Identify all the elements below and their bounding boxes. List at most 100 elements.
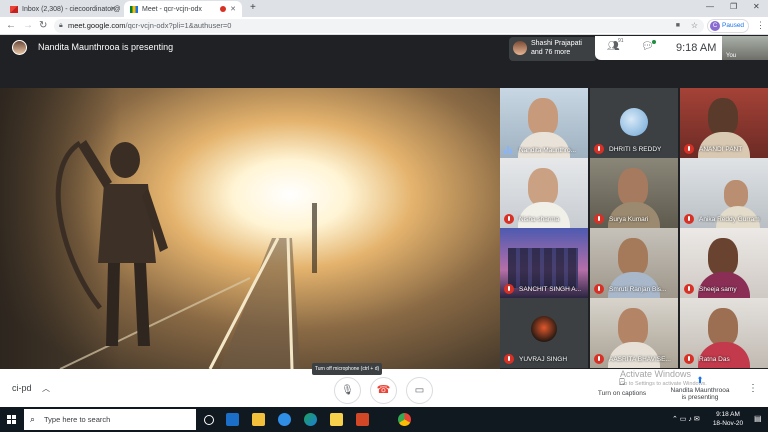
forward-icon[interactable]: →	[23, 20, 33, 32]
url-host: meet.google.com	[68, 21, 126, 30]
meeting-code: ci-pd	[12, 383, 32, 393]
new-tab-button[interactable]: +	[250, 2, 256, 13]
participant-name: Surya Kumari	[609, 215, 649, 223]
tab-gmail[interactable]: Inbox (2,308) - ciecoordinator@ ✕	[4, 1, 122, 17]
more-options-icon[interactable]: ⋮	[748, 383, 758, 394]
participant-label: Anika Reddy Gurram	[684, 214, 766, 224]
chrome-icon[interactable]	[398, 413, 411, 426]
participant-name: Anika Reddy Gurram	[699, 215, 760, 223]
participant-tile[interactable]: Ratna Das	[680, 298, 768, 368]
participant-tile[interactable]: DHRITI S REDDY	[590, 88, 678, 158]
camera-in-use-icon[interactable]: ■	[676, 19, 680, 33]
participant-tile[interactable]: SANCHIT SINGH A...	[500, 228, 588, 298]
profile-status: Paused	[722, 22, 745, 29]
railway-track-scene	[55, 140, 317, 369]
browser-tab-bar: Inbox (2,308) - ciecoordinator@ ✕ Meet -…	[0, 0, 768, 17]
participant-tile[interactable]: Nisha sharma	[500, 158, 588, 228]
mic-off-icon	[684, 214, 694, 224]
participant-tile[interactable]: Anika Reddy Gurram	[680, 158, 768, 228]
microphone-button[interactable]: 🎙︎	[334, 377, 361, 404]
url-path: /qcr-vcjn-odx?pli=1&authuser=0	[125, 21, 232, 30]
participant-tile[interactable]: AASRITA BHAVISE...	[590, 298, 678, 368]
participant-tile[interactable]: Sheeja samy	[680, 228, 768, 298]
participant-name: SANCHIT SINGH A...	[519, 285, 582, 293]
tab-meet-title: Meet - qcr-vcjn-odx	[142, 5, 202, 13]
hang-up-icon: ☎︎	[376, 384, 391, 396]
participant-face	[708, 308, 738, 346]
present-button[interactable]: ⬆︎ Nandita Maunthrooa is presenting	[664, 375, 736, 401]
participant-name: Smruti Ranjan Bis...	[609, 285, 667, 293]
avatar	[513, 41, 527, 55]
participant-label: Surya Kumari	[594, 214, 676, 224]
participant-face	[708, 238, 738, 276]
overflow-count: and 76 more	[531, 49, 571, 56]
participant-tile[interactable]: YUVRAJ SINGH	[500, 298, 588, 368]
bookmark-star-icon[interactable]: ☆	[691, 19, 698, 33]
task-view-icon[interactable]	[204, 415, 214, 425]
top-right-panel: 👥︎ 91 💬︎ 9:18 AM	[595, 36, 722, 60]
url-field[interactable]: 🔒︎ meet.google.com/qcr-vcjn-odx?pli=1&au…	[54, 19, 704, 33]
taskbar-time: 9:18 AM	[716, 411, 740, 418]
present-screen-icon: ⬆︎	[696, 375, 704, 385]
close-window-button[interactable]: ✕	[753, 2, 760, 11]
meet-window: Nandita Maunthrooa is presenting Shashi …	[0, 36, 768, 407]
present-label-2: is presenting	[681, 394, 719, 401]
participant-label: SANCHIT SINGH A...	[504, 284, 586, 294]
mic-off-icon	[684, 144, 694, 154]
file-explorer-icon[interactable]	[252, 413, 265, 426]
system-tray[interactable]: ⌃ ▭ ♪ ✉	[672, 415, 700, 423]
participant-tile[interactable]: ANANDI PANT	[680, 88, 768, 158]
participant-tile[interactable]: Surya Kumari	[590, 158, 678, 228]
taskbar-clock[interactable]: 9:18 AM 18-Nov-20	[708, 410, 748, 428]
address-bar: ← → ↻ 🔒︎ meet.google.com/qcr-vcjn-odx?pl…	[0, 17, 768, 35]
participant-name: AASRITA BHAVISE...	[609, 355, 671, 363]
mic-off-icon	[504, 214, 514, 224]
meeting-details-button[interactable]: ci-pd ︿	[12, 383, 50, 394]
camera-button[interactable]: ▭	[406, 377, 433, 404]
participant-face	[618, 168, 648, 206]
present-label-1: Nandita Maunthrooa	[670, 387, 730, 394]
participant-name: Nandita Maunthro...	[519, 146, 577, 154]
windows-start-icon[interactable]	[7, 415, 17, 425]
participant-name: DHRITI S REDDY	[609, 145, 662, 153]
sticky-notes-icon[interactable]	[330, 413, 343, 426]
gmail-icon	[10, 5, 18, 13]
profile-button[interactable]: C Paused	[707, 19, 749, 33]
maximize-button[interactable]: ❐	[730, 2, 737, 11]
participant-name: Ratna Das	[699, 355, 730, 363]
recording-dot-icon	[220, 6, 226, 12]
close-tab-icon[interactable]: ✕	[230, 5, 236, 13]
participant-name: Sheeja samy	[699, 285, 737, 293]
participant-face	[528, 98, 558, 136]
internet-explorer-icon[interactable]	[278, 413, 291, 426]
participant-label: DHRITI S REDDY	[594, 144, 676, 154]
leave-call-button[interactable]: ☎︎	[370, 377, 397, 404]
taskbar-search-input[interactable]: ⌕ Type here to search	[24, 409, 196, 430]
participant-avatar	[531, 316, 557, 342]
participant-tile[interactable]: Nandita Maunthro...	[500, 88, 588, 158]
reload-icon[interactable]: ↻	[39, 20, 47, 32]
more-participants-chip[interactable]: Shashi Prajapati and 76 more	[509, 37, 597, 61]
tab-meet[interactable]: Meet - qcr-vcjn-odx ✕	[124, 1, 242, 17]
self-view-tile[interactable]: You	[722, 36, 768, 60]
back-icon[interactable]: ←	[6, 20, 16, 32]
participant-label: Sheeja samy	[684, 284, 766, 294]
menu-kebab-icon[interactable]: ⋮	[756, 20, 765, 31]
participant-name: YUVRAJ SINGH	[519, 355, 568, 363]
captions-button[interactable]: ⎕ Turn on captions	[592, 377, 652, 397]
outlook-icon[interactable]	[226, 413, 239, 426]
city-background	[508, 248, 578, 288]
powerpoint-icon[interactable]	[356, 413, 369, 426]
participant-label: ANANDI PANT	[684, 144, 766, 154]
edge-icon[interactable]	[304, 413, 317, 426]
participant-body	[518, 132, 570, 158]
minimize-button[interactable]: —	[706, 2, 714, 11]
notifications-icon[interactable]: ▤	[754, 414, 762, 423]
meet-icon	[130, 5, 138, 13]
mic-off-icon	[594, 214, 604, 224]
close-tab-icon[interactable]: ✕	[110, 5, 116, 13]
participant-face	[618, 238, 648, 276]
presenting-text: Nandita Maunthrooa is presenting	[38, 42, 174, 52]
participant-tile[interactable]: Smruti Ranjan Bis...	[590, 228, 678, 298]
search-placeholder: Type here to search	[44, 415, 111, 424]
